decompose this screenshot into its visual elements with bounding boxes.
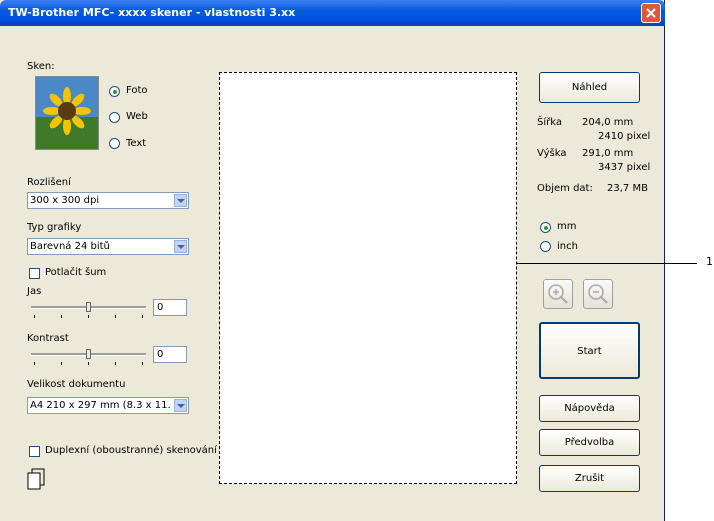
scan-foto-label[interactable]: Foto: [126, 85, 148, 96]
brightness-label: Jas: [27, 286, 42, 297]
doc-size-value: A4 210 x 297 mm (8.3 x 11.: [30, 400, 171, 411]
callout-line: [517, 263, 697, 264]
duplex-checkbox[interactable]: [29, 446, 40, 457]
start-button-label: Start: [577, 346, 602, 357]
brightness-input[interactable]: 0: [153, 299, 187, 316]
scan-web-radio[interactable]: [109, 112, 120, 123]
preview-button-label: Náhled: [571, 82, 608, 93]
scan-text-radio[interactable]: [109, 138, 120, 149]
scan-type-value: Barevná 24 bitů: [30, 241, 110, 252]
height-px-value: 3437 pixel: [598, 162, 651, 173]
scan-type-dropdown[interactable]: Barevná 24 bitů: [27, 238, 189, 255]
callout-number: 1: [706, 255, 713, 268]
noise-checkbox[interactable]: [29, 268, 40, 279]
width-mm-value: 204,0 mm: [582, 117, 634, 128]
scanner-properties-window: TW-Brother MFC- xxxx skener - vlastnosti…: [0, 0, 665, 521]
document-page-icon: [27, 468, 45, 490]
duplex-label[interactable]: Duplexní (oboustranné) skenování: [45, 445, 217, 456]
preview-button[interactable]: Náhled: [539, 72, 640, 103]
contrast-label: Kontrast: [27, 333, 69, 344]
contrast-value: 0: [157, 349, 164, 360]
unit-mm-radio[interactable]: [540, 222, 551, 233]
sunflower-image: [36, 77, 98, 149]
scan-foto-radio[interactable]: [109, 86, 120, 97]
chevron-down-icon[interactable]: [174, 240, 187, 253]
close-button[interactable]: [641, 3, 661, 23]
noise-label[interactable]: Potlačit šum: [45, 267, 106, 278]
height-label: Výška: [537, 148, 567, 159]
cancel-button[interactable]: Zrušit: [539, 465, 640, 492]
brightness-value: 0: [157, 302, 164, 313]
scan-preview-area[interactable]: [219, 72, 517, 484]
height-mm-value: 291,0 mm: [582, 148, 634, 159]
contrast-input[interactable]: 0: [153, 346, 187, 363]
doc-size-label: Velikost dokumentu: [27, 379, 126, 390]
data-size-value: 23,7 MB: [607, 183, 648, 194]
photo-thumbnail: [35, 76, 99, 150]
contrast-slider-thumb[interactable]: [86, 349, 91, 359]
resolution-dropdown[interactable]: 300 x 300 dpi: [27, 192, 189, 209]
zoom-in-icon: [548, 284, 568, 304]
width-px-value: 2410 pixel: [598, 131, 651, 142]
brightness-slider-thumb[interactable]: [86, 302, 91, 312]
close-icon: [646, 8, 656, 18]
defaults-button-label: Předvolba: [564, 437, 615, 448]
doc-size-dropdown[interactable]: A4 210 x 297 mm (8.3 x 11.: [27, 397, 189, 414]
scan-text-label[interactable]: Text: [126, 138, 146, 149]
title-bar[interactable]: TW-Brother MFC- xxxx skener - vlastnosti…: [0, 0, 665, 26]
zoom-out-button[interactable]: [583, 279, 613, 309]
help-button-label: Nápověda: [564, 403, 615, 414]
unit-mm-label[interactable]: mm: [557, 221, 576, 232]
chevron-down-icon[interactable]: [174, 399, 187, 412]
scan-web-label[interactable]: Web: [126, 111, 148, 122]
resolution-label: Rozlišení: [27, 177, 71, 188]
data-size-label: Objem dat:: [537, 183, 593, 194]
unit-inch-radio[interactable]: [540, 241, 551, 252]
unit-inch-label[interactable]: inch: [557, 241, 578, 252]
chevron-down-icon[interactable]: [174, 194, 187, 207]
help-button[interactable]: Nápověda: [539, 395, 640, 422]
zoom-out-icon: [588, 284, 608, 304]
width-label: Šířka: [537, 117, 562, 128]
window-title: TW-Brother MFC- xxxx skener - vlastnosti…: [8, 6, 296, 19]
cancel-button-label: Zrušit: [574, 473, 605, 484]
scan-label: Sken:: [27, 61, 55, 72]
zoom-in-button[interactable]: [543, 279, 573, 309]
start-button[interactable]: Start: [539, 322, 640, 379]
defaults-button[interactable]: Předvolba: [539, 429, 640, 456]
resolution-value: 300 x 300 dpi: [30, 195, 100, 206]
scan-type-label: Typ grafiky: [27, 222, 82, 233]
